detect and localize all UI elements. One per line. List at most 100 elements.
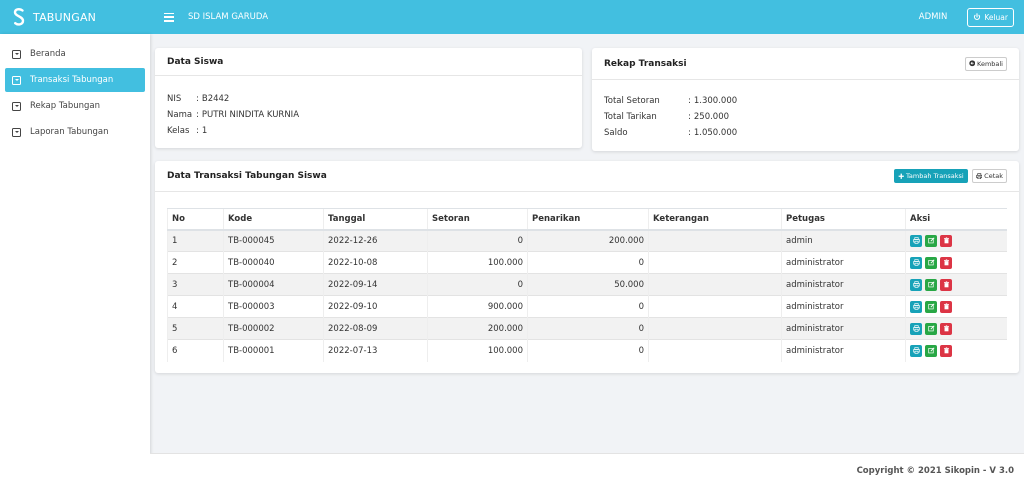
delete-row-button[interactable] <box>940 256 952 269</box>
cell-tanggal: 2022-07-13 <box>323 339 428 362</box>
printer-icon <box>975 173 982 179</box>
cell-kode: TB-000004 <box>223 273 324 296</box>
print-row-button[interactable] <box>910 256 922 269</box>
edit-icon <box>927 259 935 266</box>
sidebar-item-label: Rekap Tabungan <box>30 101 100 111</box>
cell-petugas: administrator <box>781 339 906 362</box>
caret-box-icon <box>12 127 21 137</box>
sidebar-item-laporan-tabungan[interactable]: Laporan Tabungan <box>5 120 145 144</box>
cell-tanggal: 2022-12-26 <box>323 229 428 252</box>
print-button[interactable]: Cetak <box>971 169 1007 183</box>
nama-row: Nama : PUTRI NINDITA KURNIA <box>167 107 570 123</box>
delete-row-button[interactable] <box>940 344 952 357</box>
cell-setoran: 900.000 <box>427 295 528 318</box>
tarikan-label: Total Tarikan <box>604 112 657 122</box>
print-row-button[interactable] <box>910 300 922 313</box>
col-penarikan[interactable]: Penarikan <box>527 208 649 231</box>
col-petugas[interactable]: Petugas <box>781 208 906 231</box>
col-kode[interactable]: Kode <box>223 208 324 231</box>
cell-keterangan <box>648 295 782 318</box>
sidebar-item-transaksi-tabungan[interactable]: Transaksi Tabungan <box>5 68 145 92</box>
user-name[interactable]: ADMIN <box>919 12 948 22</box>
nama-value: PUTRI NINDITA KURNIA <box>201 110 300 120</box>
cell-keterangan <box>648 273 782 296</box>
cell-tanggal: 2022-09-14 <box>323 273 428 296</box>
rekap-card-title: Rekap Transaksi <box>604 58 687 69</box>
print-row-button[interactable] <box>910 344 922 357</box>
brand-name: TABUNGAN <box>33 10 97 24</box>
sidebar-item-beranda[interactable]: Beranda <box>5 42 145 66</box>
cell-no: 1 <box>167 229 224 252</box>
back-button[interactable]: Kembali <box>964 56 1007 71</box>
cell-no: 2 <box>167 251 224 274</box>
cell-setoran: 100.000 <box>427 339 528 362</box>
edit-row-button[interactable] <box>925 344 937 357</box>
nis-value: B2442 <box>201 94 230 104</box>
delete-row-button[interactable] <box>940 322 952 335</box>
transactions-table: No Kode Tanggal Setoran Penarikan Ketera… <box>167 208 1007 362</box>
col-tanggal[interactable]: Tanggal <box>323 208 428 231</box>
kelas-row: Kelas : 1 <box>167 123 570 139</box>
cell-petugas: administrator <box>781 295 906 318</box>
student-info: NIS : B2442 Nama : PUTRI NINDITA KURNIA … <box>155 76 582 139</box>
cell-penarikan: 0 <box>527 339 649 362</box>
nis-row: NIS : B2442 <box>167 91 570 107</box>
print-row-button[interactable] <box>910 234 922 247</box>
logout-button[interactable]: Keluar <box>967 7 1014 27</box>
rekap-info: Total Setoran : 1.300.000 Total Tarikan … <box>592 80 1019 141</box>
delete-row-button[interactable] <box>940 278 952 291</box>
s-logo-icon <box>13 8 25 26</box>
cell-kode: TB-000001 <box>223 339 324 362</box>
trash-icon <box>943 237 949 244</box>
edit-row-button[interactable] <box>925 322 937 335</box>
cell-kode: TB-000040 <box>223 251 324 274</box>
printer-icon <box>912 237 920 244</box>
col-aksi: Aksi <box>905 208 1007 231</box>
rekap-card-header: Rekap Transaksi Kembali <box>592 48 1019 80</box>
edit-icon <box>927 237 935 244</box>
edit-row-button[interactable] <box>925 256 937 269</box>
cell-setoran: 100.000 <box>427 251 528 274</box>
tarikan-value: 250.000 <box>693 112 730 122</box>
edit-icon <box>927 303 935 310</box>
table-row: 1 TB-000045 2022-12-26 0 200.000 admin <box>167 229 1007 252</box>
edit-row-button[interactable] <box>925 300 937 313</box>
col-no[interactable]: No <box>167 208 224 231</box>
cell-aksi <box>905 295 1007 318</box>
delete-row-button[interactable] <box>940 234 952 247</box>
col-setoran[interactable]: Setoran <box>427 208 528 231</box>
setoran-label: Total Setoran <box>604 96 660 106</box>
trash-icon <box>943 281 949 288</box>
sidebar-item-rekap-tabungan[interactable]: Rekap Tabungan <box>5 94 145 118</box>
trash-icon <box>943 259 949 266</box>
edit-icon <box>927 347 935 354</box>
cell-kode: TB-000045 <box>223 229 324 252</box>
cell-tanggal: 2022-10-08 <box>323 251 428 274</box>
print-row-button[interactable] <box>910 322 922 335</box>
kelas-value: 1 <box>201 126 208 136</box>
edit-icon <box>927 325 935 332</box>
transactions-card: Data Transaksi Tabungan Siswa Tambah Tra… <box>155 161 1019 373</box>
cell-setoran: 0 <box>427 229 528 252</box>
kelas-label: Kelas <box>167 126 190 136</box>
col-keterangan[interactable]: Keterangan <box>648 208 782 231</box>
cell-aksi <box>905 317 1007 340</box>
print-row-button[interactable] <box>910 278 922 291</box>
sidebar-item-label: Transaksi Tabungan <box>30 75 114 85</box>
cell-keterangan <box>648 229 782 252</box>
brand[interactable]: TABUNGAN <box>0 0 150 34</box>
transactions-card-header: Data Transaksi Tabungan Siswa Tambah Tra… <box>155 161 1019 192</box>
edit-row-button[interactable] <box>925 278 937 291</box>
school-name: SD ISLAM GARUDA <box>188 12 269 22</box>
cell-penarikan: 200.000 <box>527 229 649 252</box>
printer-icon <box>912 325 920 332</box>
back-label: Kembali <box>977 59 1003 68</box>
add-transaction-button[interactable]: Tambah Transaksi <box>893 169 968 183</box>
top-navbar: TABUNGAN SD ISLAM GARUDA ADMIN Keluar <box>0 0 1024 34</box>
caret-box-icon <box>12 75 21 85</box>
edit-row-button[interactable] <box>925 234 937 247</box>
student-card: Data Siswa NIS : B2442 Nama : PUTRI NIND… <box>155 48 582 148</box>
sidebar: Beranda Transaksi Tabungan Rekap Tabunga… <box>0 34 150 487</box>
hamburger-icon[interactable] <box>164 12 174 22</box>
delete-row-button[interactable] <box>940 300 952 313</box>
